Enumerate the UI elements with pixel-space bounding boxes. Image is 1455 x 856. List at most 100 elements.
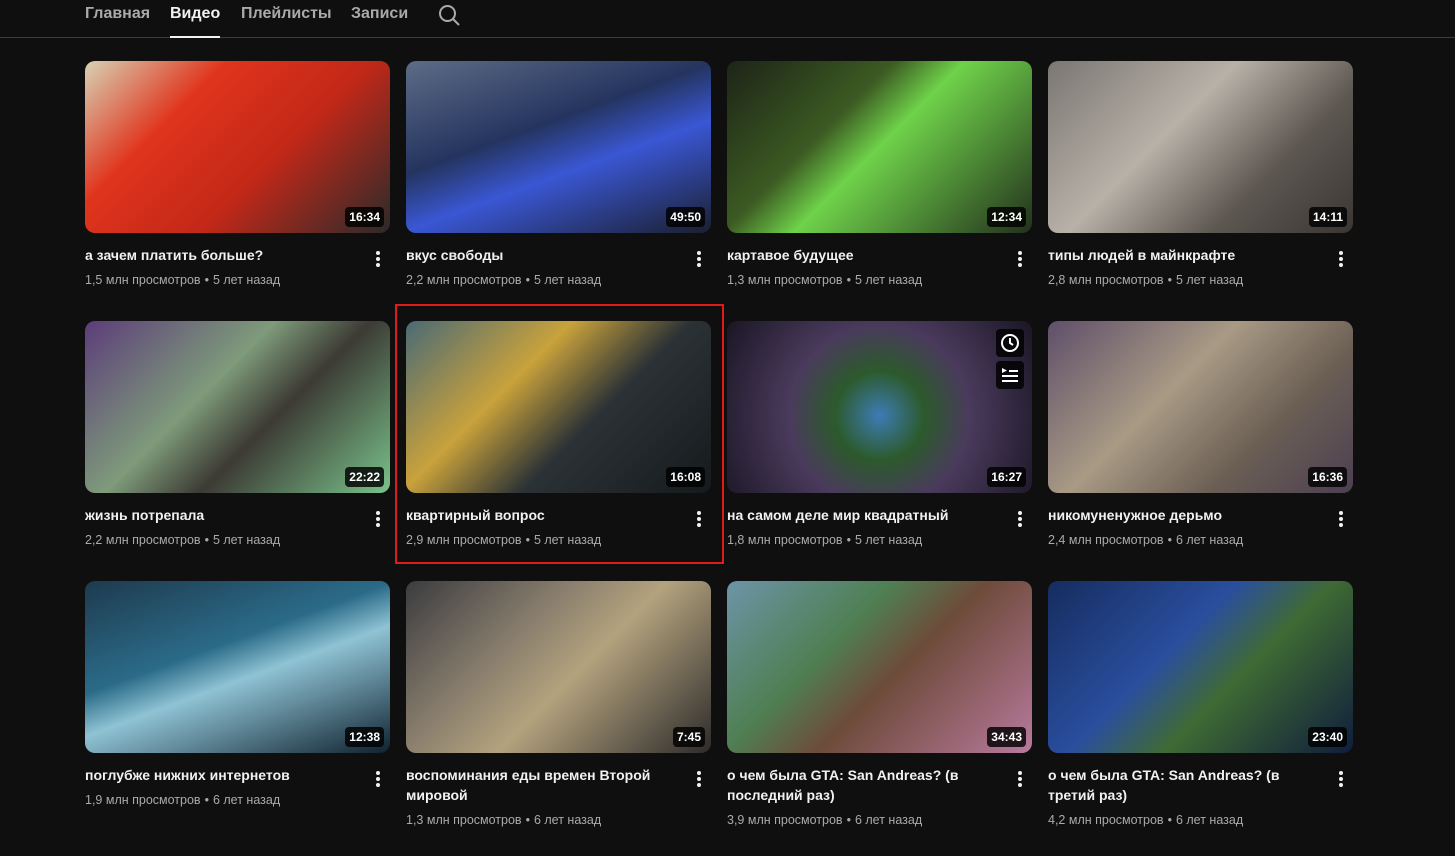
- more-options-icon[interactable]: [366, 767, 390, 791]
- video-card[interactable]: 49:50 вкус свободы 2,2 млн просмотров • 5 ле…: [406, 61, 711, 321]
- video-title[interactable]: картавое будущее: [727, 245, 1002, 265]
- video-card[interactable]: 16:34 а зачем платить больше? 1,5 млн прос…: [85, 61, 390, 321]
- video-stats: 1,5 млн просмотров • 5 лет назад: [85, 271, 360, 289]
- separator-dot: •: [1167, 273, 1172, 287]
- upload-age: 6 лет назад: [1175, 533, 1244, 547]
- more-options-icon[interactable]: [366, 247, 390, 271]
- upload-age: 6 лет назад: [533, 813, 602, 827]
- video-meta: вкус свободы 2,2 млн просмотров • 5 лет наз…: [406, 233, 711, 289]
- video-stats: 2,9 млн просмотров • 5 лет назад: [406, 531, 681, 549]
- video-card[interactable]: 22:22 жизнь потрепала 2,2 млн просмотров • 5…: [85, 321, 390, 581]
- video-meta: квартирный вопрос 2,9 млн просмотров • 5 ле…: [406, 493, 711, 549]
- video-thumbnail[interactable]: 16:08: [406, 321, 711, 493]
- duration-badge: 12:34: [987, 207, 1026, 227]
- video-stats: 2,8 млн просмотров • 5 лет назад: [1048, 271, 1323, 289]
- video-card[interactable]: 23:40 о чем была GTA: San Andreas? (в тре…: [1048, 581, 1353, 841]
- video-meta: типы людей в майнкрафте 2,8 млн просмотро…: [1048, 233, 1353, 289]
- video-thumbnail[interactable]: 16:27: [727, 321, 1032, 493]
- video-card[interactable]: 12:34 картавое будущее 1,3 млн просмотров •…: [727, 61, 1032, 321]
- separator-dot: •: [846, 273, 851, 287]
- separator-dot: •: [525, 273, 530, 287]
- separator-dot: •: [525, 813, 530, 827]
- separator-dot: •: [1167, 813, 1172, 827]
- upload-age: 6 лет назад: [854, 813, 923, 827]
- video-thumbnail[interactable]: 22:22: [85, 321, 390, 493]
- video-card[interactable]: 14:11 типы людей в майнкрафте 2,8 млн прос…: [1048, 61, 1353, 321]
- more-options-icon[interactable]: [1008, 767, 1032, 791]
- video-title[interactable]: о чем была GTA: San Andreas? (в последни…: [727, 765, 1002, 805]
- tab-playlists[interactable]: Плейлисты: [241, 4, 332, 38]
- video-meta: поглубже нижних интернетов 1,9 млн просмо…: [85, 753, 390, 809]
- video-card[interactable]: 34:43 о чем была GTA: San Andreas? (в пос…: [727, 581, 1032, 841]
- video-title[interactable]: на самом деле мир квадратный: [727, 505, 1002, 525]
- video-card[interactable]: 16:27 на самом деле мир квадратный 1,8 млн…: [727, 321, 1032, 581]
- hover-actions: [996, 329, 1024, 389]
- video-meta: о чем была GTA: San Andreas? (в третий р…: [1048, 753, 1353, 829]
- video-card[interactable]: 16:08 квартирный вопрос 2,9 млн просмотров…: [406, 321, 711, 581]
- video-title[interactable]: поглубже нижних интернетов: [85, 765, 360, 785]
- video-title[interactable]: о чем была GTA: San Andreas? (в третий р…: [1048, 765, 1323, 805]
- clock-icon[interactable]: [996, 329, 1024, 357]
- video-title[interactable]: а зачем платить больше?: [85, 245, 360, 265]
- video-meta: а зачем платить больше? 1,5 млн просмотро…: [85, 233, 390, 289]
- video-stats: 3,9 млн просмотров • 6 лет назад: [727, 811, 1002, 829]
- video-title[interactable]: вкус свободы: [406, 245, 681, 265]
- video-thumbnail[interactable]: 14:11: [1048, 61, 1353, 233]
- video-meta: картавое будущее 1,3 млн просмотров • 5 лет…: [727, 233, 1032, 289]
- video-stats: 2,2 млн просмотров • 5 лет назад: [85, 531, 360, 549]
- more-options-icon[interactable]: [1329, 507, 1353, 531]
- video-thumbnail[interactable]: 7:45: [406, 581, 711, 753]
- video-title[interactable]: квартирный вопрос: [406, 505, 681, 525]
- video-meta: жизнь потрепала 2,2 млн просмотров • 5 лет …: [85, 493, 390, 549]
- video-thumbnail[interactable]: 12:38: [85, 581, 390, 753]
- video-title[interactable]: жизнь потрепала: [85, 505, 360, 525]
- more-options-icon[interactable]: [687, 767, 711, 791]
- more-options-icon[interactable]: [366, 507, 390, 531]
- duration-badge: 16:08: [666, 467, 705, 487]
- video-title[interactable]: воспоминания еды времен Второй мировой: [406, 765, 681, 805]
- more-options-icon[interactable]: [1008, 507, 1032, 531]
- video-title[interactable]: типы людей в майнкрафте: [1048, 245, 1323, 265]
- duration-badge: 16:27: [987, 467, 1026, 487]
- video-thumbnail[interactable]: 12:34: [727, 61, 1032, 233]
- video-thumbnail[interactable]: 34:43: [727, 581, 1032, 753]
- video-thumbnail[interactable]: 49:50: [406, 61, 711, 233]
- duration-badge: 49:50: [666, 207, 705, 227]
- video-card[interactable]: 16:36 никомуненужное дерьмо 2,4 млн просмо…: [1048, 321, 1353, 581]
- add-to-queue-icon[interactable]: [996, 361, 1024, 389]
- view-count: 2,4 млн просмотров: [1048, 533, 1164, 547]
- separator-dot: •: [204, 533, 209, 547]
- duration-badge: 23:40: [1308, 727, 1347, 747]
- video-card[interactable]: 7:45 воспоминания еды времен Второй миров…: [406, 581, 711, 841]
- channel-tabs: Главная Видео Плейлисты Записи: [0, 0, 1455, 38]
- search-icon[interactable]: [437, 3, 461, 27]
- video-thumbnail[interactable]: 23:40: [1048, 581, 1353, 753]
- separator-dot: •: [525, 533, 530, 547]
- more-options-icon[interactable]: [687, 507, 711, 531]
- upload-age: 5 лет назад: [854, 533, 923, 547]
- video-stats: 1,8 млн просмотров • 5 лет назад: [727, 531, 1002, 549]
- video-thumbnail[interactable]: 16:36: [1048, 321, 1353, 493]
- more-options-icon[interactable]: [687, 247, 711, 271]
- tab-home[interactable]: Главная: [85, 4, 150, 38]
- video-stats: 1,9 млн просмотров • 6 лет назад: [85, 791, 360, 809]
- video-stats: 1,3 млн просмотров • 5 лет назад: [727, 271, 1002, 289]
- video-card[interactable]: 12:38 поглубже нижних интернетов 1,9 млн п…: [85, 581, 390, 841]
- more-options-icon[interactable]: [1008, 247, 1032, 271]
- video-meta: воспоминания еды времен Второй мировой 1,…: [406, 753, 711, 829]
- tab-videos[interactable]: Видео: [170, 4, 221, 38]
- duration-badge: 16:34: [345, 207, 384, 227]
- more-options-icon[interactable]: [1329, 767, 1353, 791]
- separator-dot: •: [846, 813, 851, 827]
- duration-badge: 12:38: [345, 727, 384, 747]
- view-count: 2,2 млн просмотров: [406, 273, 522, 287]
- view-count: 2,8 млн просмотров: [1048, 273, 1164, 287]
- duration-badge: 16:36: [1308, 467, 1347, 487]
- view-count: 1,9 млн просмотров: [85, 793, 201, 807]
- separator-dot: •: [204, 273, 209, 287]
- tab-posts[interactable]: Записи: [351, 4, 408, 38]
- more-options-icon[interactable]: [1329, 247, 1353, 271]
- video-title[interactable]: никомуненужное дерьмо: [1048, 505, 1323, 525]
- upload-age: 6 лет назад: [1175, 813, 1244, 827]
- video-thumbnail[interactable]: 16:34: [85, 61, 390, 233]
